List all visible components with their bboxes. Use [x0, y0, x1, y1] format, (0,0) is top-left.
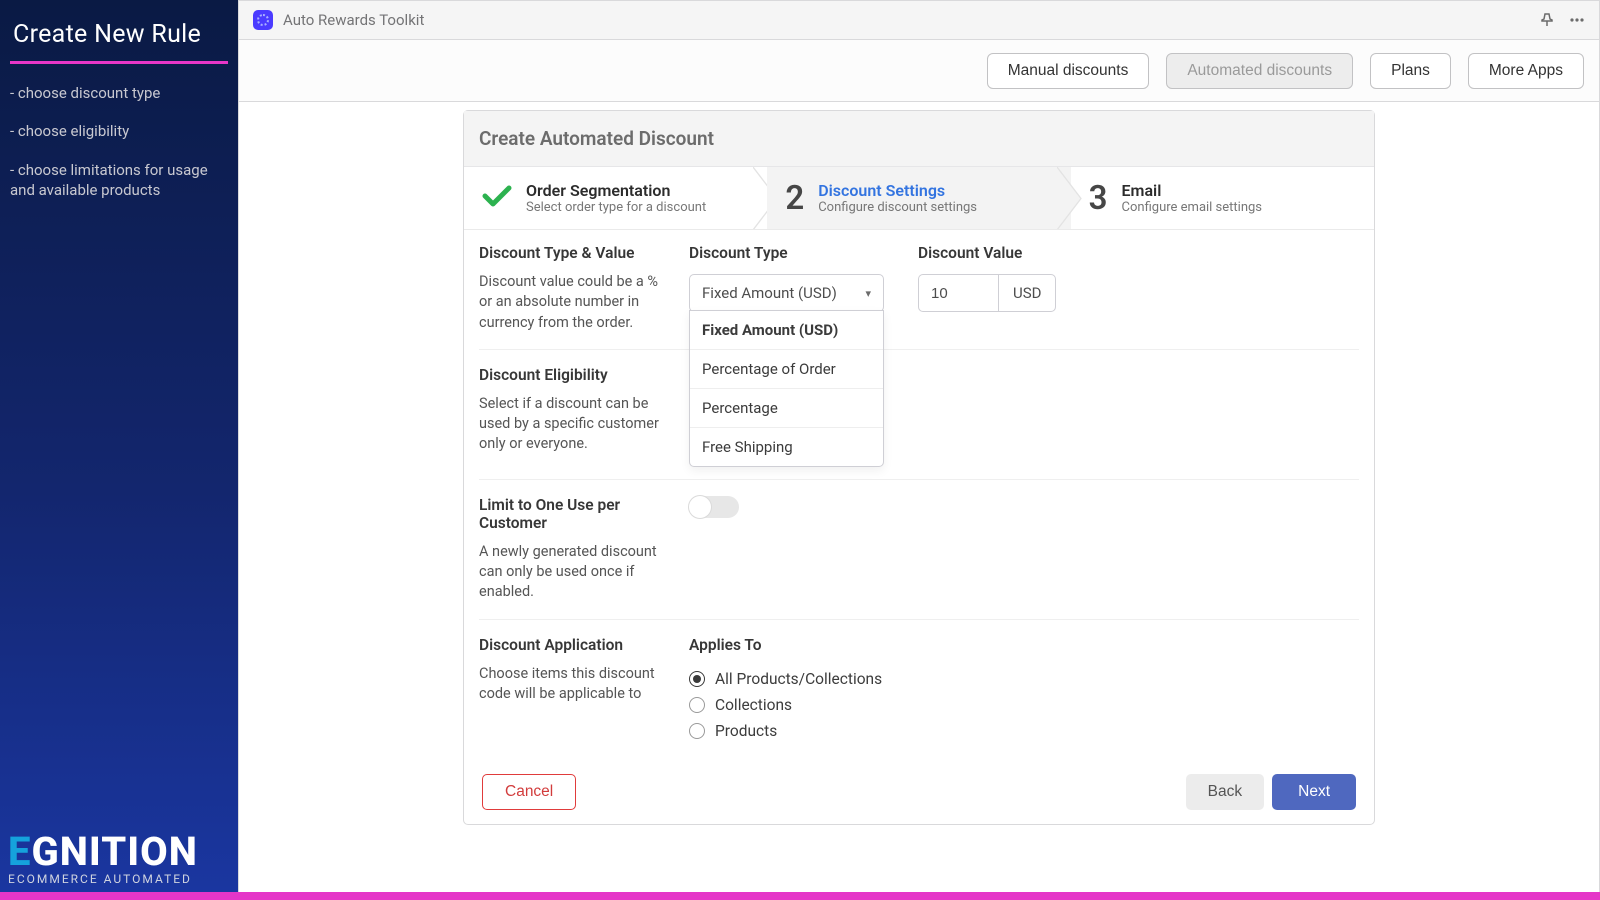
wstep2-sub: Configure discount settings — [818, 200, 977, 215]
chevron-down-icon: ▾ — [865, 287, 871, 300]
typevalue-desc: Discount value could be a % or an absolu… — [479, 272, 669, 333]
radio-all-products[interactable]: All Products/Collections — [689, 666, 1359, 692]
brand-accent: E — [8, 828, 31, 875]
discount-type-label: Discount Type — [689, 244, 884, 262]
wizard: Order Segmentation Select order type for… — [464, 167, 1374, 230]
application-heading: Discount Application — [479, 636, 669, 654]
cancel-button[interactable]: Cancel — [482, 774, 576, 810]
wstep3-num: 3 — [1089, 179, 1108, 218]
automated-discounts-button[interactable]: Automated discounts — [1166, 53, 1353, 89]
wstep2-num: 2 — [785, 179, 804, 218]
wizard-step-2[interactable]: 2 Discount Settings Configure discount s… — [767, 167, 1070, 229]
sidebar-underline — [10, 61, 228, 64]
discount-type-select[interactable]: Fixed Amount (USD) ▾ Fixed Amount (USD) … — [689, 274, 884, 312]
manual-discounts-button[interactable]: Manual discounts — [987, 53, 1150, 89]
eligibility-desc: Select if a discount can be used by a sp… — [479, 394, 669, 455]
discount-type-selected: Fixed Amount (USD) — [702, 284, 837, 302]
wizard-step-1[interactable]: Order Segmentation Select order type for… — [464, 167, 767, 229]
brand-rest: GNITION — [31, 828, 197, 875]
typevalue-heading: Discount Type & Value — [479, 244, 669, 262]
application-desc: Choose items this discount code will be … — [479, 664, 669, 705]
card-title: Create Automated Discount — [464, 111, 1374, 167]
more-icon[interactable] — [1569, 12, 1585, 28]
sidebar-title: Create New Rule — [0, 0, 238, 55]
discount-type-dropdown: Fixed Amount (USD) Percentage of Order P… — [689, 310, 884, 467]
app-icon — [253, 10, 273, 30]
sidebar-step-0: - choose discount type — [0, 74, 238, 112]
main-area: Auto Rewards Toolkit Manual discounts Au… — [238, 0, 1600, 892]
brand-sub: ECOMMERCE AUTOMATED — [8, 872, 198, 886]
app-header: Auto Rewards Toolkit — [238, 0, 1600, 40]
toolbar: Manual discounts Automated discounts Pla… — [238, 40, 1600, 102]
wstep3-sub: Configure email settings — [1122, 200, 1263, 215]
radio-collections[interactable]: Collections — [689, 692, 1359, 718]
content: Create Automated Discount Order Segmenta… — [238, 102, 1600, 892]
limit-desc: A newly generated discount can only be u… — [479, 542, 669, 603]
wizard-step-3[interactable]: 3 Email Configure email settings — [1071, 167, 1374, 229]
radio-collections-label: Collections — [715, 696, 792, 714]
wstep1-title: Order Segmentation — [526, 181, 706, 200]
next-button[interactable]: Next — [1272, 774, 1356, 810]
wstep3-title: Email — [1122, 181, 1263, 200]
sidebar-step-1: - choose eligibility — [0, 112, 238, 150]
radio-products[interactable]: Products — [689, 718, 1359, 744]
eligibility-heading: Discount Eligibility — [479, 366, 669, 384]
card-footer: Cancel Back Next — [464, 760, 1374, 824]
sidebar-step-2: - choose limitations for usage and avail… — [0, 151, 238, 210]
app-title: Auto Rewards Toolkit — [283, 11, 424, 29]
dd-option-pct-order[interactable]: Percentage of Order — [690, 350, 883, 389]
bottom-accent-bar — [0, 892, 1600, 900]
wstep2-title: Discount Settings — [818, 181, 977, 200]
plans-button[interactable]: Plans — [1370, 53, 1451, 89]
discount-value-label: Discount Value — [918, 244, 1056, 262]
dd-option-fixed[interactable]: Fixed Amount (USD) — [690, 311, 883, 350]
sidebar: Create New Rule - choose discount type -… — [0, 0, 238, 892]
toggle-knob — [689, 496, 711, 518]
applies-to-label: Applies To — [689, 636, 1359, 654]
discount-value-input[interactable] — [918, 274, 998, 312]
more-apps-button[interactable]: More Apps — [1468, 53, 1584, 89]
check-icon — [482, 182, 512, 215]
card: Create Automated Discount Order Segmenta… — [463, 110, 1375, 825]
dd-option-pct[interactable]: Percentage — [690, 389, 883, 428]
discount-value-unit: USD — [998, 274, 1056, 312]
limit-one-use-toggle[interactable] — [689, 496, 739, 518]
pin-icon[interactable] — [1539, 12, 1555, 28]
wstep1-sub: Select order type for a discount — [526, 200, 706, 215]
limit-heading: Limit to One Use per Customer — [479, 496, 669, 532]
dd-option-freeship[interactable]: Free Shipping — [690, 428, 883, 466]
back-button[interactable]: Back — [1186, 774, 1264, 810]
brand-logo: EGNITION ECOMMERCE AUTOMATED — [8, 834, 198, 886]
radio-products-label: Products — [715, 722, 777, 740]
radio-all-products-label: All Products/Collections — [715, 670, 882, 688]
